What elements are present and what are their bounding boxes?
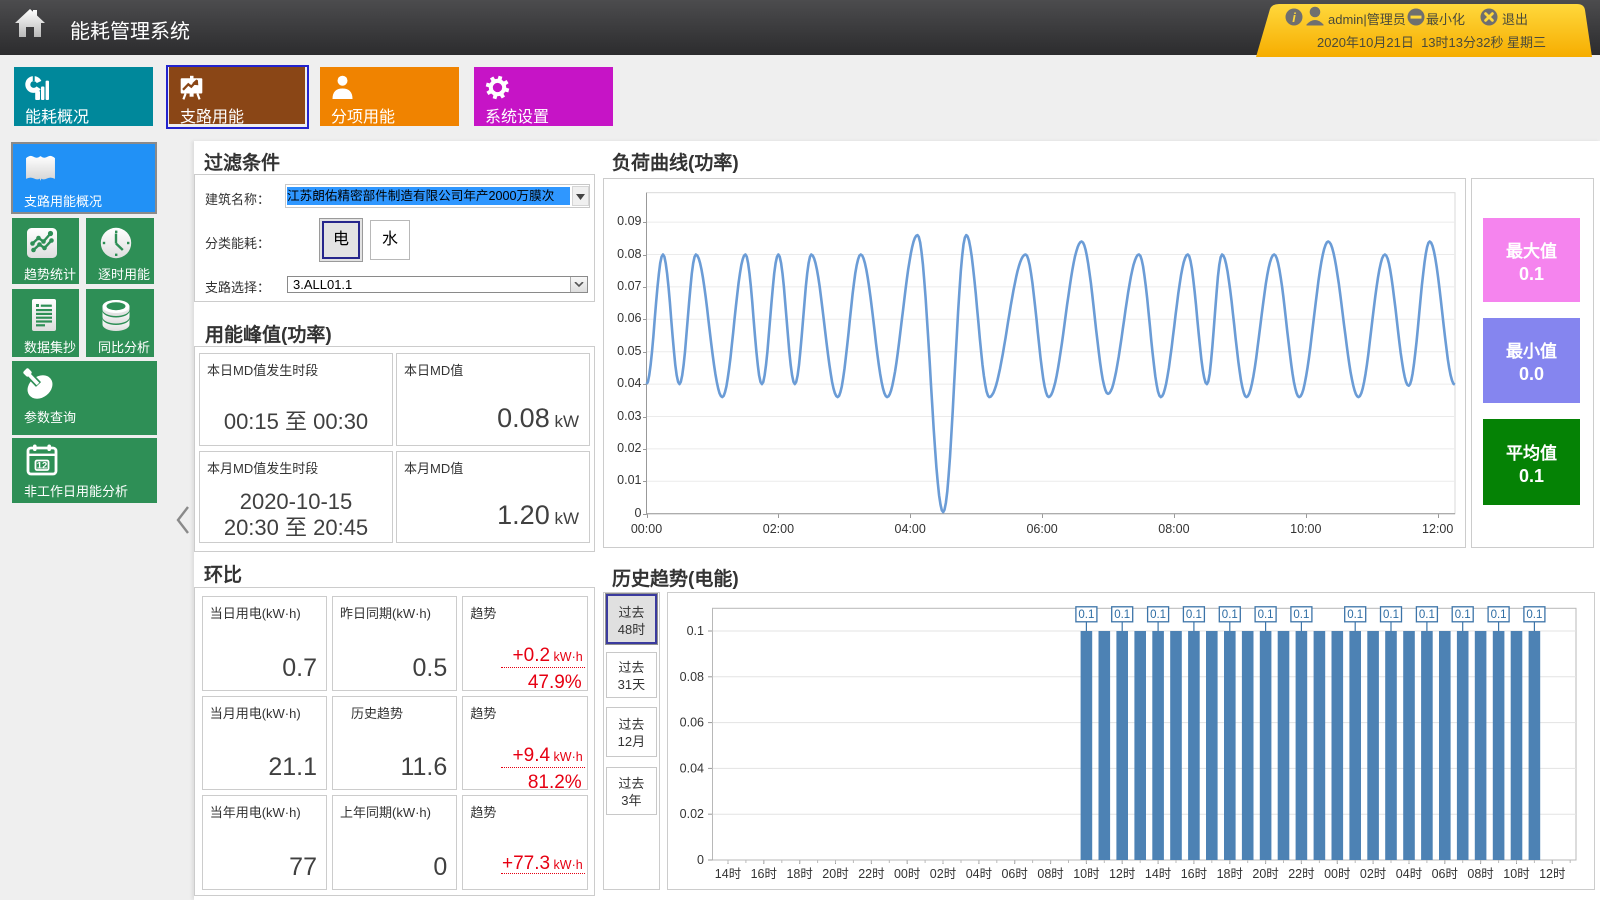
svg-text:0.08: 0.08 [680,670,704,684]
svg-text:08时: 08时 [1037,867,1064,881]
svg-text:18时: 18时 [1217,867,1244,881]
svg-text:12时: 12时 [1539,867,1566,881]
svg-text:0.1: 0.1 [1293,609,1309,621]
svg-text:0.1: 0.1 [1222,609,1238,621]
svg-text:16时: 16时 [1181,867,1208,881]
svg-text:0.1: 0.1 [1186,609,1202,621]
svg-text:22时: 22时 [858,867,885,881]
svg-text:0.1: 0.1 [1150,609,1166,621]
svg-text:0.1: 0.1 [1347,609,1363,621]
svg-text:02时: 02时 [1360,867,1387,881]
svg-text:0.1: 0.1 [1419,609,1435,621]
svg-text:22时: 22时 [1288,867,1315,881]
svg-text:00时: 00时 [1324,867,1351,881]
svg-text:0: 0 [697,853,704,867]
svg-text:10时: 10时 [1503,867,1530,881]
svg-text:06时: 06时 [1432,867,1459,881]
svg-text:0.06: 0.06 [680,716,704,730]
svg-text:18时: 18时 [786,867,813,881]
svg-text:04时: 04时 [966,867,993,881]
svg-text:0.1: 0.1 [1455,609,1471,621]
svg-text:04时: 04时 [1396,867,1423,881]
svg-text:16时: 16时 [751,867,778,881]
svg-text:0.1: 0.1 [1078,609,1094,621]
svg-text:0.1: 0.1 [1114,609,1130,621]
svg-text:0.1: 0.1 [1491,609,1507,621]
svg-text:0.02: 0.02 [680,807,704,821]
svg-text:06时: 06时 [1001,867,1028,881]
svg-text:20时: 20时 [822,867,849,881]
svg-text:00时: 00时 [894,867,921,881]
svg-text:20时: 20时 [1252,867,1279,881]
svg-text:0.1: 0.1 [1383,609,1399,621]
svg-text:12时: 12时 [1109,867,1136,881]
svg-text:0.1: 0.1 [1526,609,1542,621]
svg-text:14时: 14时 [715,867,742,881]
svg-text:0.1: 0.1 [687,624,704,638]
svg-text:0.1: 0.1 [1258,609,1274,621]
svg-text:0.04: 0.04 [680,761,704,775]
svg-text:02时: 02时 [930,867,957,881]
svg-text:14时: 14时 [1145,867,1172,881]
svg-text:10时: 10时 [1073,867,1100,881]
svg-text:08时: 08时 [1467,867,1494,881]
